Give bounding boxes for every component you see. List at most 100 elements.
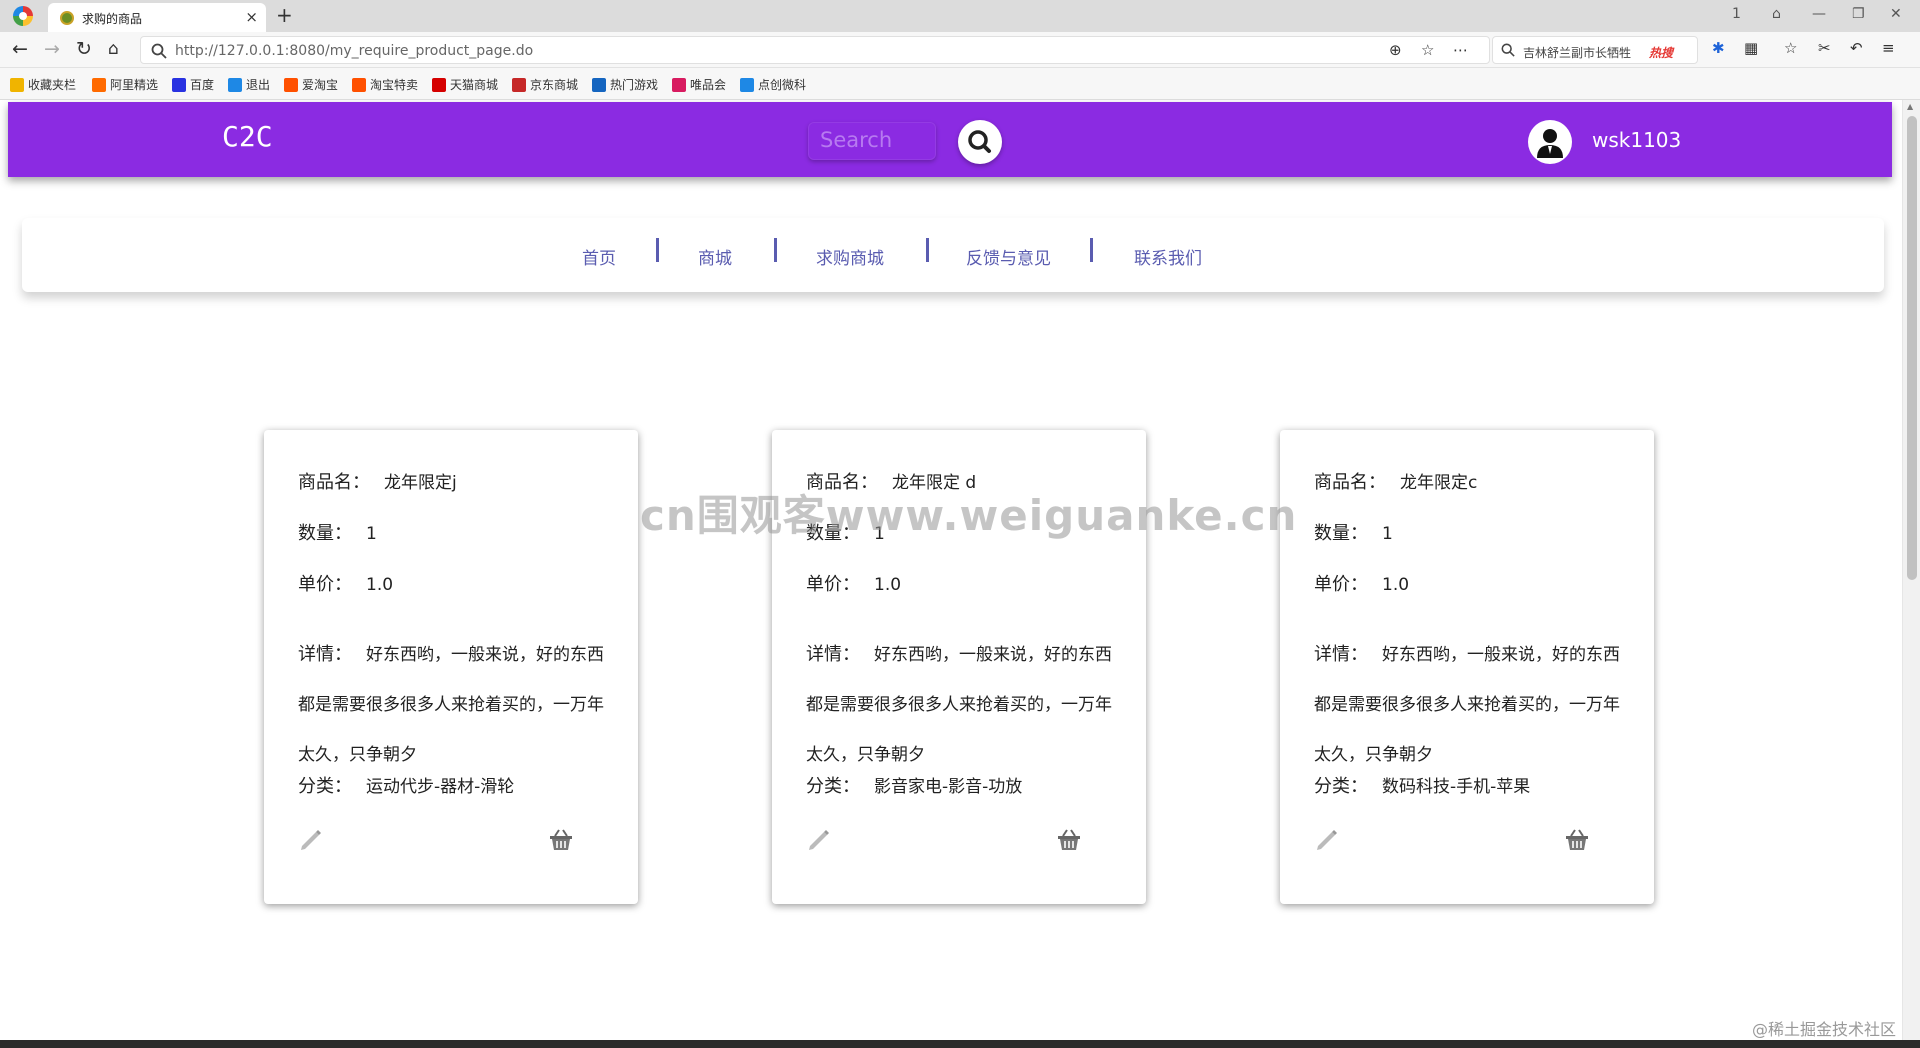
menu-item[interactable]: 反馈与意见 [966, 244, 1051, 269]
home-icon[interactable]: ⌂ [108, 39, 119, 59]
bookmark-item[interactable]: 点创微科 [740, 76, 806, 93]
product-name-row: 商品名： 龙年限定j [298, 468, 457, 494]
site-search-input[interactable]: Search [808, 122, 936, 160]
page-scrollbar[interactable]: ▲ [1902, 100, 1920, 1040]
bookmark-label: 热门游戏 [610, 78, 659, 92]
reload-icon[interactable]: ↻ [76, 38, 92, 60]
bookmark-item[interactable]: 爱淘宝 [284, 76, 338, 93]
product-name-label: 商品名： [1314, 472, 1386, 493]
menu-separator [656, 238, 659, 262]
edit-pencil-icon[interactable] [806, 826, 832, 852]
product-detail-row: 详情： 好东西哟，一般来说，好的东西都是需要很多很多人来抢着买的，一万年太久，只争… [1314, 630, 1630, 780]
address-bar[interactable]: http://127.0.0.1:8080/my_require_product… [140, 36, 1490, 64]
tab-title: 求购的商品 [82, 12, 143, 26]
product-quantity-row: 数量： 1 [1314, 519, 1393, 545]
product-category-row: 分类： 运动代步-器材-滑轮 [298, 772, 514, 798]
menu-icon[interactable]: ≡ [1882, 39, 1895, 57]
user-icon [1537, 129, 1563, 158]
product-price-label: 单价： [1314, 574, 1368, 595]
bookmark-icon [284, 77, 298, 92]
forward-icon[interactable]: → [44, 38, 60, 60]
restore-icon[interactable]: ❐ [1852, 6, 1865, 22]
product-name-row: 商品名： 龙年限定c [1314, 468, 1477, 494]
star-icon[interactable]: ☆ [1421, 41, 1434, 59]
minimize-icon[interactable]: — [1812, 6, 1826, 22]
scroll-up-icon[interactable]: ▲ [1907, 102, 1913, 111]
bookmark-label: 天猫商城 [450, 78, 499, 92]
more-icon[interactable]: ⋯ [1453, 41, 1468, 59]
product-price-row: 单价： 1.0 [298, 570, 393, 596]
product-quantity-row: 数量： 1 [298, 519, 377, 545]
product-category-value: 影音家电-影音-功放 [874, 777, 1023, 797]
url-text: http://127.0.0.1:8080/my_require_product… [175, 43, 534, 59]
bookmark-icon [672, 77, 686, 92]
menu-item[interactable]: 联系我们 [1134, 244, 1202, 269]
undo-icon[interactable]: ↶ [1850, 39, 1863, 57]
product-quantity-value: 1 [366, 524, 377, 544]
menu-item[interactable]: 商城 [698, 244, 732, 269]
scroll-thumb[interactable] [1907, 116, 1917, 580]
bookmark-item[interactable]: 阿里精选 [92, 76, 158, 93]
new-tab-icon[interactable]: + [276, 3, 293, 27]
product-price-label: 单价： [298, 574, 352, 595]
menu-separator [774, 238, 777, 262]
menu-item[interactable]: 求购商城 [816, 244, 884, 269]
username[interactable]: wsk1103 [1592, 128, 1681, 152]
cut-icon[interactable]: ✂ [1818, 39, 1831, 57]
basket-icon[interactable] [1056, 828, 1082, 852]
bookmark-item[interactable]: 唯品会 [672, 76, 726, 93]
bookmark-item[interactable]: 收藏夹栏 [10, 76, 76, 93]
menu-item[interactable]: 首页 [582, 244, 616, 269]
tab-count-icon[interactable]: 1 [1732, 6, 1741, 22]
bookmark-item[interactable]: 京东商城 [512, 76, 578, 93]
bookmark-label: 阿里精选 [110, 78, 159, 92]
product-detail-row: 详情： 好东西哟，一般来说，好的东西都是需要很多很多人来抢着买的，一万年太久，只争… [298, 630, 614, 780]
product-quantity-label: 数量： [298, 523, 352, 544]
tab-close-icon[interactable]: × [245, 8, 258, 26]
corner-watermark: @稀土掘金技术社区 [1751, 1020, 1896, 1039]
product-quantity-label: 数量： [1314, 523, 1368, 544]
bookmark-item[interactable]: 热门游戏 [592, 76, 658, 93]
product-card: 商品名： 龙年限定c 数量： 1 单价： 1.0 详情： 好东西哟，一般来说，好的东西都是需要… [1280, 430, 1654, 904]
bookmark-item[interactable]: 退出 [228, 76, 270, 93]
bookmark-label: 退出 [246, 78, 271, 92]
site-brand[interactable]: C2C [222, 120, 273, 153]
edit-pencil-icon[interactable] [298, 826, 324, 852]
apps-icon[interactable]: ▦ [1744, 39, 1758, 57]
browser-tab[interactable]: 求购的商品 × [48, 3, 266, 32]
bookmark-item[interactable]: 淘宝特卖 [352, 76, 418, 93]
bookmark-icon [10, 77, 24, 92]
product-detail-label: 详情： [1314, 644, 1368, 665]
browser-tab-bar: 求购的商品 × + 1 ⌂ — ❐ ✕ [0, 0, 1920, 32]
extension-icon[interactable]: ✱ [1712, 39, 1725, 57]
taskbar [0, 1040, 1920, 1048]
close-window-icon[interactable]: ✕ [1890, 6, 1902, 22]
zoom-icon[interactable]: ⊕ [1389, 41, 1402, 59]
bookmark-label: 百度 [190, 78, 215, 92]
bookmark-label: 收藏夹栏 [28, 78, 77, 92]
bookmark-label: 爱淘宝 [302, 78, 339, 92]
site-header: C2C Search wsk1103 [8, 102, 1892, 177]
browser-logo-icon[interactable] [13, 6, 33, 26]
bookmark-label: 京东商城 [530, 78, 579, 92]
edit-pencil-icon[interactable] [1314, 826, 1340, 852]
bookmark-item[interactable]: 天猫商城 [432, 76, 498, 93]
bookmark-icon [432, 77, 446, 92]
product-category-label: 分类： [1314, 776, 1368, 797]
product-category-label: 分类： [806, 776, 860, 797]
user-avatar[interactable] [1528, 120, 1572, 164]
basket-icon[interactable] [548, 828, 574, 852]
bookmark-icon [228, 77, 242, 92]
bookmark-icon [512, 77, 526, 92]
site-search-button[interactable] [958, 120, 1002, 164]
hot-search-badge: 热搜 [1649, 46, 1674, 60]
bookmark-icon [92, 77, 106, 92]
browser-search-box[interactable]: 吉林舒兰副市长牺牲 热搜 [1492, 36, 1698, 64]
search-icon [1501, 43, 1515, 57]
skin-icon[interactable]: ⌂ [1772, 6, 1781, 22]
bookmark-item[interactable]: 百度 [172, 76, 214, 93]
favorites-icon[interactable]: ☆ [1784, 39, 1797, 57]
basket-icon[interactable] [1564, 828, 1590, 852]
product-category-row: 分类： 数码科技-手机-苹果 [1314, 772, 1530, 798]
back-icon[interactable]: ← [12, 38, 28, 60]
